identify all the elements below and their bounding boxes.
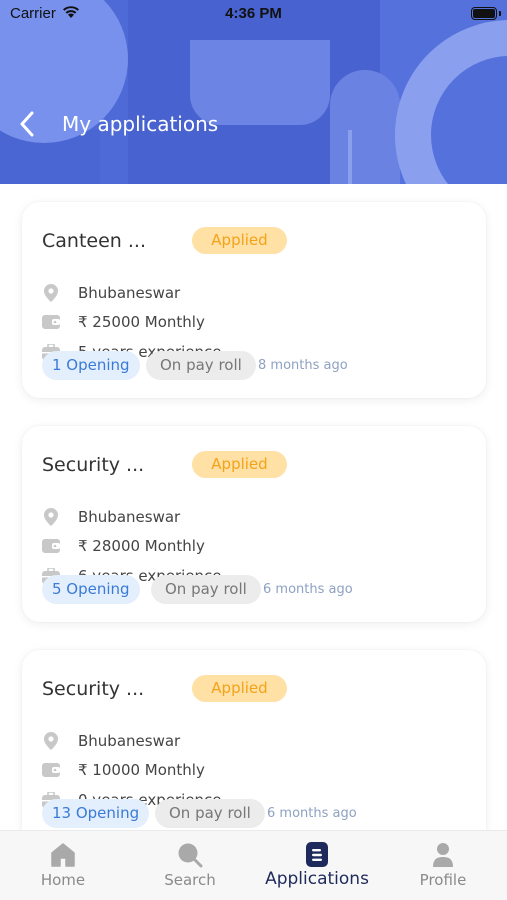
header-decoration (330, 70, 400, 184)
openings-chip: 13 Opening (42, 799, 150, 828)
tab-search[interactable]: Search (127, 831, 253, 900)
header-decoration (348, 130, 352, 184)
home-icon (51, 843, 75, 867)
tab-label: Search (164, 871, 216, 889)
salary-row: ₹ 28000 Monthly (42, 535, 205, 557)
location-row: Bhubaneswar (42, 506, 180, 528)
location-text: Bhubaneswar (78, 508, 181, 526)
openings-chip: 5 Opening (42, 575, 140, 604)
battery-icon (471, 7, 497, 20)
location-row: Bhubaneswar (42, 730, 180, 752)
openings-chip: 1 Opening (42, 351, 140, 380)
application-card[interactable]: Security ... Applied Bhubaneswar ₹ 10000… (22, 650, 486, 830)
wallet-icon (42, 761, 60, 779)
header: Carrier 4:36 PM My applications (0, 0, 507, 184)
search-icon (178, 843, 203, 868)
page-title: My applications (62, 112, 219, 136)
chevron-left-icon (20, 111, 34, 137)
applications-icon (306, 842, 328, 867)
posted-time: 6 months ago (263, 582, 353, 597)
tab-label: Home (40, 871, 86, 889)
payroll-chip: On pay roll (155, 799, 265, 828)
status-badge: Applied (192, 227, 287, 254)
application-card[interactable]: Canteen ... Applied Bhubaneswar ₹ 25000 … (22, 202, 486, 398)
salary-text: ₹ 10000 Monthly (78, 761, 205, 779)
job-title: Security ... (42, 454, 145, 476)
payroll-chip: On pay roll (146, 351, 256, 380)
payroll-chip: On pay roll (151, 575, 261, 604)
tab-profile[interactable]: Profile (380, 831, 506, 900)
location-pin-icon (42, 508, 60, 526)
applications-list[interactable]: Canteen ... Applied Bhubaneswar ₹ 25000 … (0, 184, 507, 830)
salary-text: ₹ 28000 Monthly (78, 537, 205, 555)
salary-row: ₹ 25000 Monthly (42, 311, 205, 333)
posted-time: 8 months ago (258, 358, 348, 373)
profile-icon (433, 843, 453, 867)
tab-label: Applications (265, 869, 369, 889)
location-text: Bhubaneswar (78, 284, 181, 302)
location-pin-icon (42, 732, 60, 750)
back-button[interactable] (12, 108, 42, 140)
status-bar: Carrier 4:36 PM (0, 0, 507, 28)
status-time: 4:36 PM (225, 5, 282, 22)
wallet-icon (42, 537, 60, 555)
posted-time: 6 months ago (267, 806, 357, 821)
location-pin-icon (42, 284, 60, 302)
salary-text: ₹ 25000 Monthly (78, 313, 205, 331)
location-text: Bhubaneswar (78, 732, 181, 750)
tab-applications[interactable]: Applications (254, 831, 380, 900)
job-title: Security ... (42, 678, 145, 700)
wallet-icon (42, 313, 60, 331)
location-row: Bhubaneswar (42, 282, 180, 304)
salary-row: ₹ 10000 Monthly (42, 759, 205, 781)
tab-home[interactable]: Home (0, 831, 126, 900)
battery-nub (499, 11, 501, 16)
tab-label: Profile (419, 871, 467, 889)
tab-bar: Home Search Applications Profile (0, 830, 507, 900)
status-badge: Applied (192, 675, 287, 702)
status-badge: Applied (192, 451, 287, 478)
application-card[interactable]: Security ... Applied Bhubaneswar ₹ 28000… (22, 426, 486, 622)
job-title: Canteen ... (42, 230, 146, 252)
